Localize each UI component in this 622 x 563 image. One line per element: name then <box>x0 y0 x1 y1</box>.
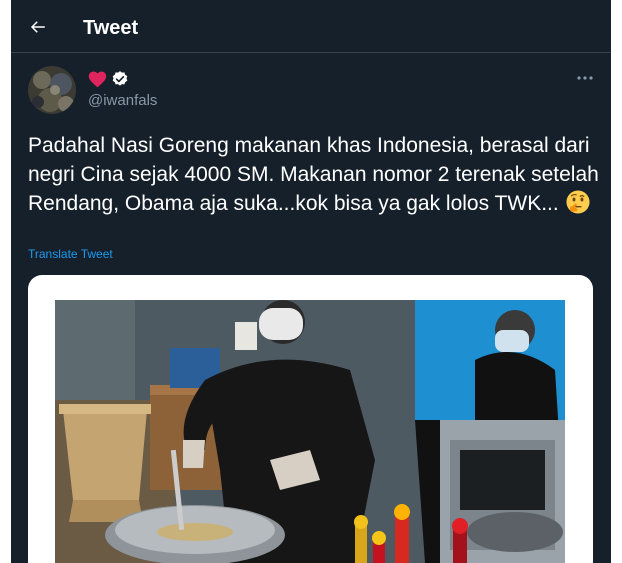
more-horizontal-icon <box>577 76 593 80</box>
translate-tweet-link[interactable]: Translate Tweet <box>28 247 113 261</box>
thinking-face-emoji <box>566 190 590 214</box>
user-handle[interactable]: @iwanfals <box>88 92 157 110</box>
tweet-text: Padahal Nasi Goreng makanan khas Indones… <box>28 134 599 215</box>
tweet-body: Padahal Nasi Goreng makanan khas Indones… <box>28 132 600 219</box>
arrow-left-icon <box>30 21 45 33</box>
more-options-button[interactable] <box>573 69 597 87</box>
avatar[interactable] <box>28 66 76 114</box>
tweet-photo[interactable] <box>55 300 565 563</box>
back-button[interactable] <box>23 12 53 42</box>
verified-badge-icon <box>112 71 128 86</box>
tweet-page: Tweet @iwanfals Padahal Nasi Goreng maka… <box>11 0 611 563</box>
top-header: Tweet <box>11 0 611 53</box>
red-heart-emoji <box>88 71 107 88</box>
page-title: Tweet <box>83 17 139 39</box>
photo-image <box>55 300 565 563</box>
display-name[interactable] <box>88 69 129 89</box>
